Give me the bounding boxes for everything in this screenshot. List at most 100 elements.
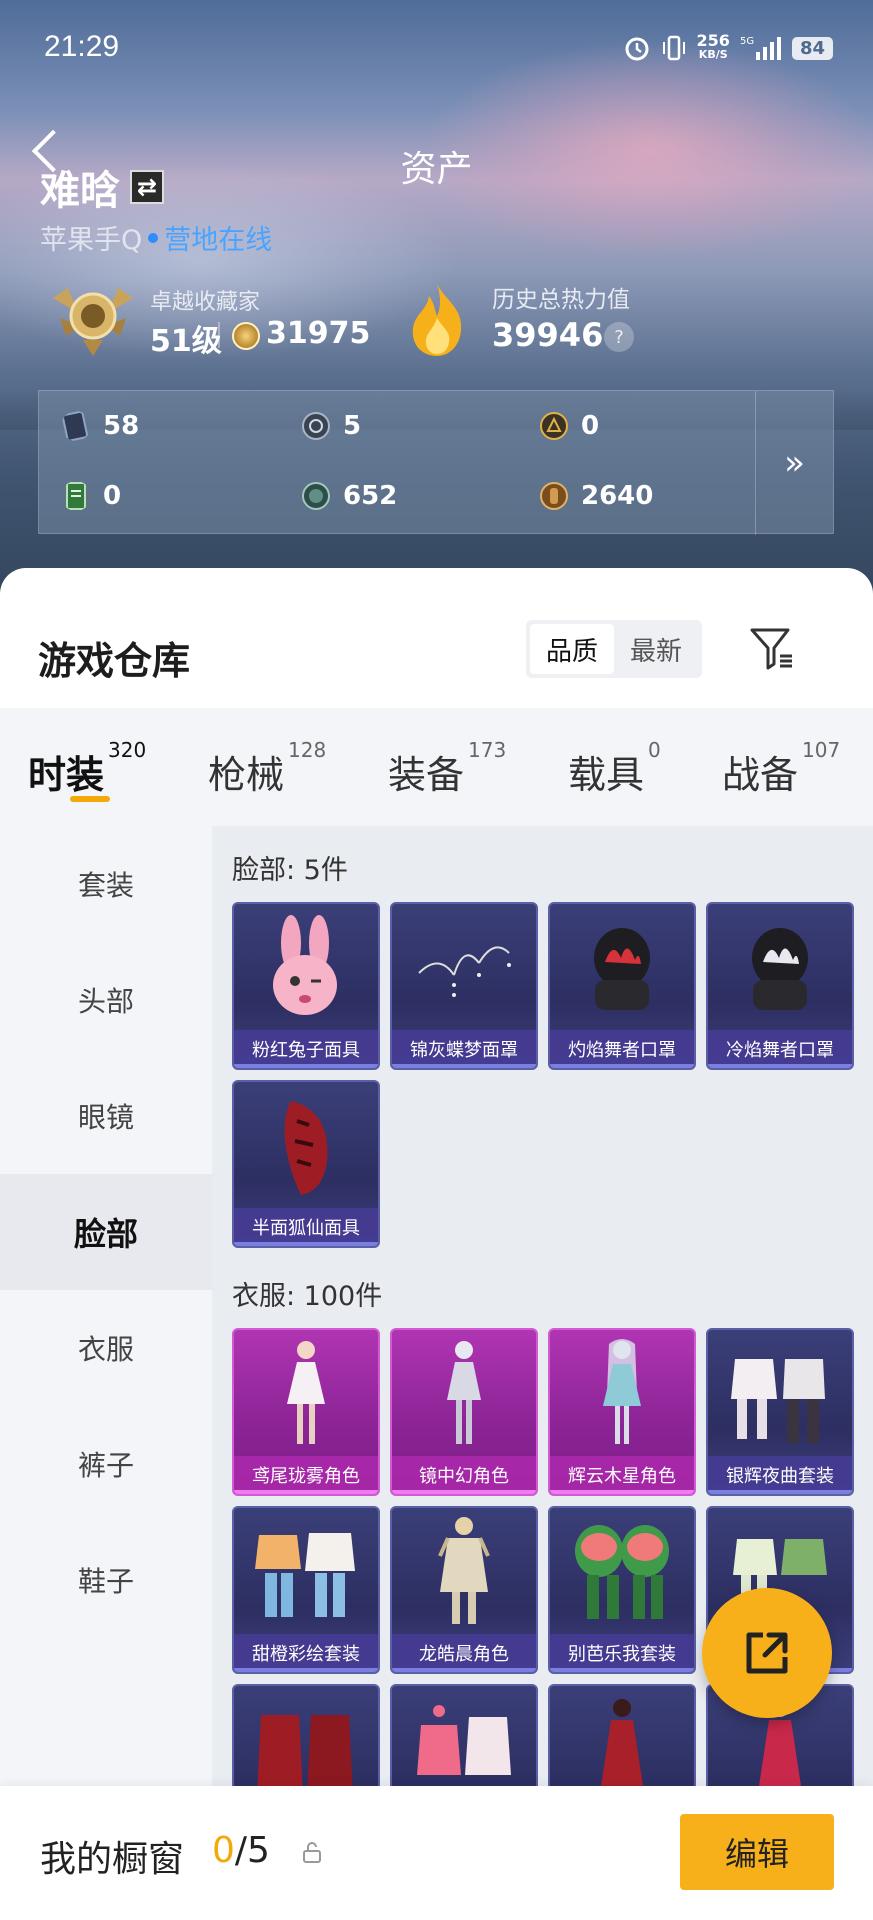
sidebar-item-shoes[interactable]: 鞋子 <box>0 1522 212 1638</box>
share-icon <box>746 1632 788 1674</box>
resource-item: 2640 <box>539 481 653 511</box>
item-card[interactable] <box>390 1684 538 1786</box>
item-art <box>234 1508 378 1636</box>
item-name: 锦灰蝶梦面罩 <box>392 1030 536 1068</box>
item-card[interactable]: 龙皓晨角色 <box>390 1506 538 1674</box>
item-art <box>550 904 694 1032</box>
item-name: 别芭乐我套装 <box>550 1634 694 1672</box>
item-name: 粉红兔子面具 <box>234 1030 378 1068</box>
rarity-bar <box>550 1064 694 1068</box>
edit-button[interactable]: 编辑 <box>680 1814 834 1890</box>
tab-equipment[interactable]: 装备 173 <box>388 738 506 799</box>
help-icon[interactable]: ? <box>604 322 634 352</box>
rarity-bar <box>708 1064 852 1068</box>
rarity-bar <box>392 1490 536 1494</box>
item-art <box>392 1686 536 1786</box>
sidebar-item-suit[interactable]: 套装 <box>0 826 212 942</box>
green-ticket-icon <box>66 482 86 510</box>
item-card[interactable] <box>548 1684 696 1786</box>
lock-icon <box>303 1842 321 1863</box>
sidebar-item-pants[interactable]: 裤子 <box>0 1406 212 1522</box>
sort-newest-button[interactable]: 最新 <box>614 624 698 674</box>
resource-item: 652 <box>301 481 397 511</box>
online-status: 营地在线 <box>164 225 273 256</box>
sidebar-item-clothes[interactable]: 衣服 <box>0 1290 212 1406</box>
item-card[interactable]: 甜橙彩绘套装 <box>232 1506 380 1674</box>
sidebar-item-face[interactable]: 脸部 <box>0 1174 212 1290</box>
item-name: 镜中幻角色 <box>392 1456 536 1494</box>
username: 难晗 ⇄ <box>40 158 164 216</box>
section-title-face: 脸部: 5件 <box>232 855 348 886</box>
item-card[interactable] <box>232 1684 380 1786</box>
item-card[interactable]: 别芭乐我套装 <box>548 1506 696 1674</box>
heat-value: 39946 <box>492 316 604 354</box>
item-card[interactable]: 镜中幻角色 <box>390 1328 538 1496</box>
account-subtitle: 苹果手Q 营地在线 <box>40 218 272 257</box>
category-sidebar: 套装 头部 眼镜 脸部 衣服 裤子 鞋子 <box>0 826 212 1786</box>
item-card[interactable]: 冷焰舞者口罩 <box>706 902 854 1070</box>
active-tab-indicator <box>70 796 110 802</box>
item-art <box>550 1508 694 1636</box>
silver-token-icon <box>302 412 330 440</box>
sort-toggle: 品质 最新 <box>526 620 702 678</box>
item-art <box>708 1330 852 1458</box>
filter-icon[interactable] <box>748 624 796 672</box>
rank-coins: 31975 <box>266 316 371 351</box>
item-name: 鸢尾珑雾角色 <box>234 1456 378 1494</box>
item-art <box>392 1508 536 1636</box>
gold-coin-icon <box>232 322 260 350</box>
bronze-coin-icon <box>540 482 568 510</box>
item-art <box>234 1082 378 1210</box>
rarity-bar <box>392 1064 536 1068</box>
item-art <box>550 1330 694 1458</box>
resource-item: 0 <box>539 411 599 441</box>
item-card[interactable]: 锦灰蝶梦面罩 <box>390 902 538 1070</box>
switch-account-icon[interactable]: ⇄ <box>130 170 164 204</box>
item-name: 甜橙彩绘套装 <box>234 1634 378 1672</box>
network-speed: 256 KB/S <box>696 31 730 62</box>
share-button[interactable] <box>702 1588 832 1718</box>
rarity-bar <box>234 1668 378 1672</box>
username-text: 难晗 <box>40 168 120 214</box>
tab-weapons[interactable]: 枪械 128 <box>208 738 326 799</box>
resources-more-button[interactable]: » <box>755 391 833 535</box>
item-name: 银辉夜曲套装 <box>708 1456 852 1494</box>
section-title-clothes: 衣服: 100件 <box>232 1281 383 1312</box>
item-card[interactable]: 鸢尾珑雾角色 <box>232 1328 380 1496</box>
tab-fashion[interactable]: 时装 320 <box>28 738 146 799</box>
heat-title: 历史总热力值 <box>492 287 630 313</box>
item-card[interactable]: 辉云木星角色 <box>548 1328 696 1496</box>
svg-text:5G: 5G <box>740 36 754 47</box>
item-art <box>392 904 536 1032</box>
divider <box>218 322 220 348</box>
item-name: 龙皓晨角色 <box>392 1634 536 1672</box>
sort-quality-button[interactable]: 品质 <box>530 624 614 674</box>
item-card[interactable]: 灼焰舞者口罩 <box>548 902 696 1070</box>
status-time: 21:29 <box>44 30 120 63</box>
status-icons: 256 KB/S 5G 84 <box>623 31 833 62</box>
alarm-icon <box>625 37 649 61</box>
rarity-bar <box>234 1490 378 1494</box>
tab-supplies[interactable]: 战备 107 <box>722 738 840 799</box>
rarity-bar <box>550 1490 694 1494</box>
item-card[interactable]: 银辉夜曲套装 <box>706 1328 854 1496</box>
resource-item: 0 <box>61 481 121 511</box>
item-art <box>550 1686 694 1786</box>
gold-token-icon <box>540 412 568 440</box>
item-name: 半面狐仙面具 <box>234 1208 378 1246</box>
showcase-label: 我的橱窗 <box>40 1839 185 1880</box>
sidebar-item-head[interactable]: 头部 <box>0 942 212 1058</box>
item-name: 辉云木星角色 <box>550 1456 694 1494</box>
rank-level: 51级 <box>150 324 222 359</box>
collector-badge-icon <box>53 288 133 356</box>
item-art <box>708 904 852 1032</box>
resource-panel: 58 5 0 0 652 2640 » <box>38 390 834 535</box>
item-card[interactable]: 半面狐仙面具 <box>232 1080 380 1248</box>
item-card[interactable]: 粉红兔子面具 <box>232 902 380 1070</box>
sidebar-item-glasses[interactable]: 眼镜 <box>0 1058 212 1174</box>
resource-item: 58 <box>61 411 139 441</box>
tab-vehicles[interactable]: 载具 0 <box>568 738 661 799</box>
teal-coin-icon <box>302 482 330 510</box>
rarity-bar <box>234 1242 378 1246</box>
rarity-bar <box>708 1490 852 1494</box>
